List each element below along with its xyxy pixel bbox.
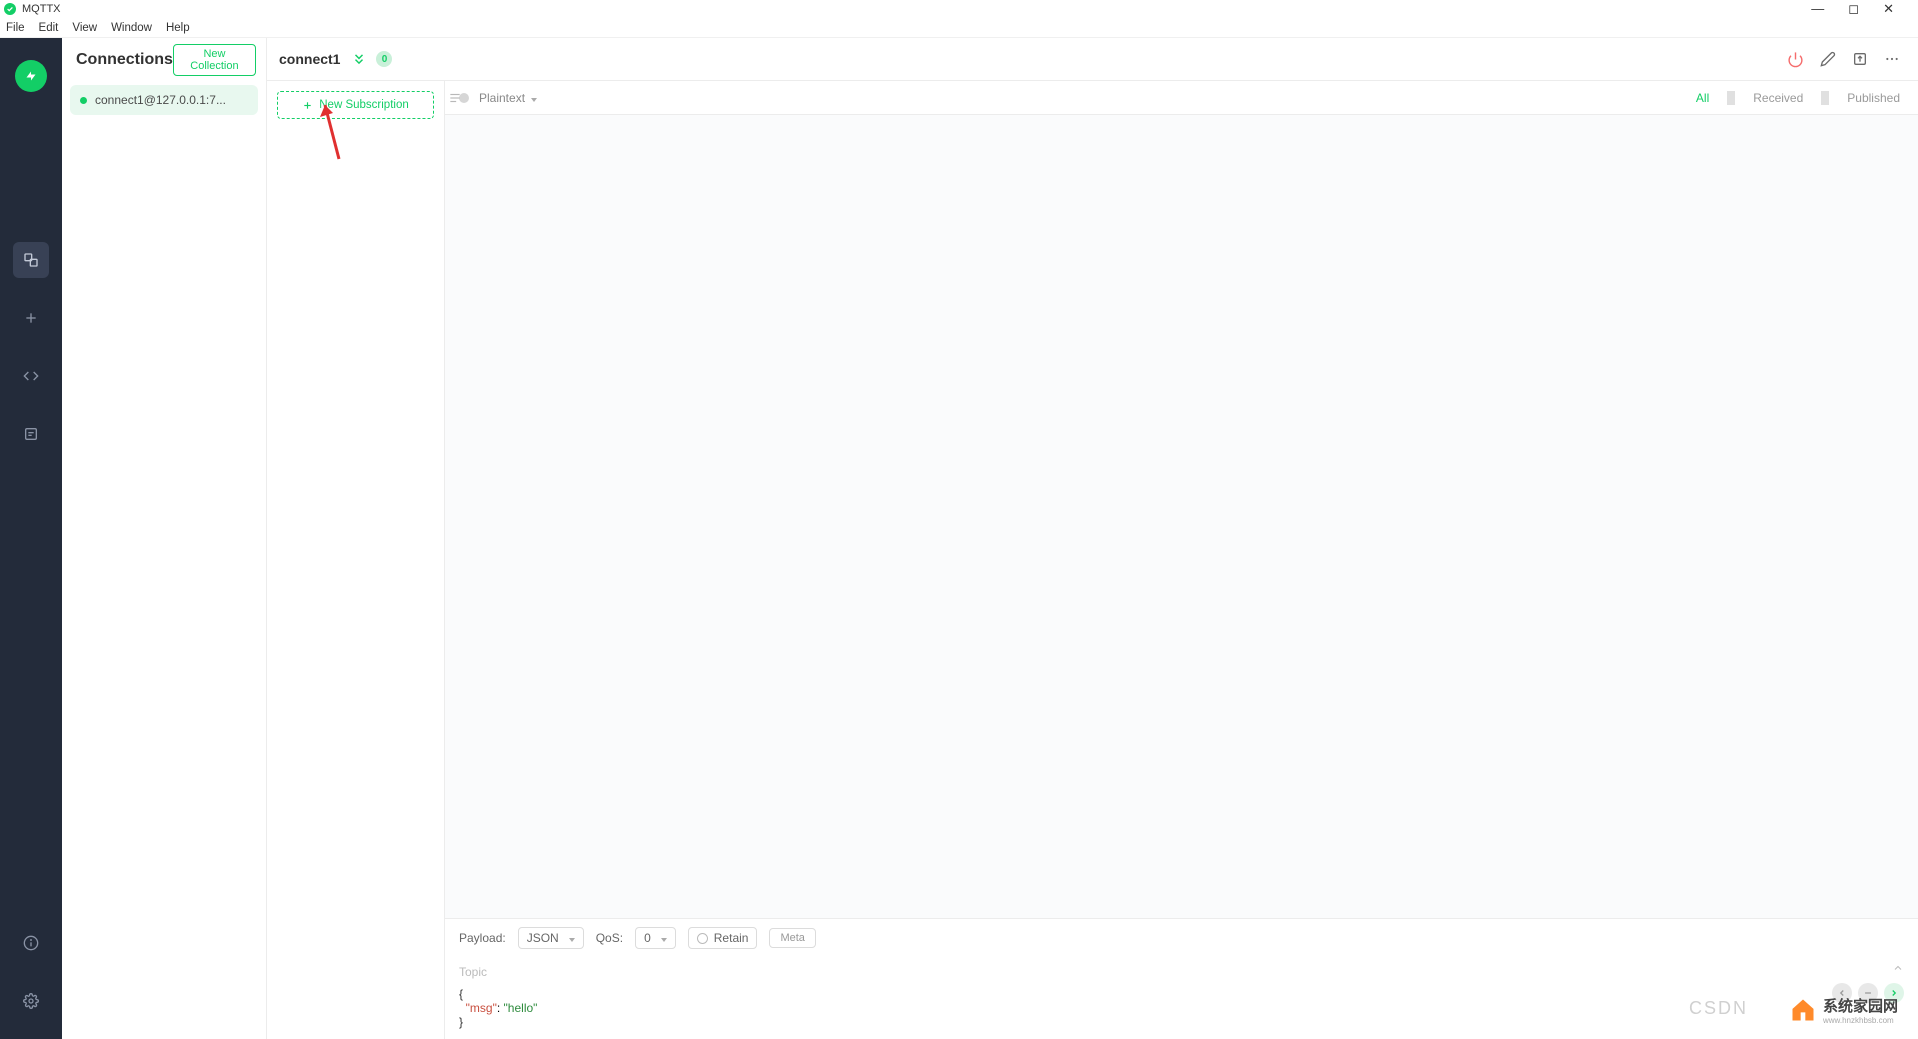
window-titlebar: MQTTX — ◻ ✕ xyxy=(0,0,1918,18)
qos-select[interactable]: 0 xyxy=(635,927,676,949)
app-icon xyxy=(4,3,16,15)
payload-display-format-dropdown[interactable]: Plaintext xyxy=(479,91,537,105)
nav-about[interactable] xyxy=(13,925,49,961)
divider xyxy=(1821,91,1829,105)
meta-button[interactable]: Meta xyxy=(769,928,815,948)
window-title: MQTTX xyxy=(22,3,61,15)
filter-tab-received[interactable]: Received xyxy=(1749,91,1807,105)
payload-display-format-label: Plaintext xyxy=(479,91,525,105)
export-button[interactable] xyxy=(1852,51,1868,67)
message-toolbar: Plaintext All Received Published xyxy=(445,81,1918,115)
edit-connection-button[interactable] xyxy=(1820,51,1836,67)
retain-label: Retain xyxy=(714,931,749,945)
nav-log[interactable] xyxy=(13,416,49,452)
qos-label: QoS: xyxy=(596,931,623,945)
code-text: "hello" xyxy=(504,1001,538,1015)
content-header: connect1 0 xyxy=(267,38,1918,81)
history-prev-button[interactable] xyxy=(1832,983,1852,1003)
send-button[interactable] xyxy=(1884,983,1904,1003)
menu-view[interactable]: View xyxy=(72,22,97,34)
history-clear-button[interactable] xyxy=(1858,983,1878,1003)
chevron-down-icon xyxy=(567,931,575,945)
menubar: File Edit View Window Help xyxy=(0,18,1918,38)
collapse-subscriptions-icon[interactable] xyxy=(448,91,462,110)
code-text: : xyxy=(497,1001,504,1015)
code-text: { xyxy=(459,987,463,1001)
message-area: Plaintext All Received Published Payload… xyxy=(445,81,1918,1039)
chevron-down-icon xyxy=(659,931,667,945)
menu-edit[interactable]: Edit xyxy=(39,22,59,34)
subscriptions-panel: New Subscription xyxy=(267,81,445,1039)
connection-item[interactable]: connect1@127.0.0.1:7... xyxy=(70,85,258,115)
plus-icon xyxy=(302,100,313,111)
payload-editor[interactable]: { "msg": "hello" } xyxy=(445,985,1918,1039)
window-maximize-button[interactable]: ◻ xyxy=(1848,1,1859,17)
status-dot-connected-icon xyxy=(80,97,87,104)
expand-payload-icon[interactable] xyxy=(1892,961,1904,979)
app-logo xyxy=(15,60,47,92)
divider xyxy=(1727,91,1735,105)
chevron-down-icon xyxy=(529,91,537,105)
panel-title: Connections xyxy=(76,51,173,69)
publish-panel: Payload: JSON QoS: 0 Retain xyxy=(445,918,1918,1039)
retain-toggle[interactable]: Retain xyxy=(688,927,758,949)
payload-format-label: Payload: xyxy=(459,931,506,945)
window-close-button[interactable]: ✕ xyxy=(1883,1,1894,17)
connections-panel: Connections New Collection connect1@127.… xyxy=(62,38,267,1039)
menu-window[interactable]: Window xyxy=(111,22,152,34)
qos-value: 0 xyxy=(644,931,651,945)
new-subscription-label: New Subscription xyxy=(319,99,408,111)
nav-new[interactable] xyxy=(13,300,49,336)
code-text: "msg" xyxy=(466,1001,497,1015)
message-list xyxy=(445,115,1918,918)
code-text: } xyxy=(459,1015,463,1029)
payload-format-value: JSON xyxy=(527,931,559,945)
collapse-all-icon[interactable] xyxy=(352,52,366,66)
radio-icon xyxy=(697,933,708,944)
nav-rail xyxy=(0,38,62,1039)
new-subscription-button[interactable]: New Subscription xyxy=(277,91,434,119)
filter-tab-all[interactable]: All xyxy=(1692,91,1713,105)
topic-input[interactable] xyxy=(459,961,1904,983)
nav-connections[interactable] xyxy=(13,242,49,278)
connection-item-label: connect1@127.0.0.1:7... xyxy=(95,93,226,107)
nav-scripts[interactable] xyxy=(13,358,49,394)
window-minimize-button[interactable]: — xyxy=(1811,1,1824,17)
payload-format-select[interactable]: JSON xyxy=(518,927,584,949)
subscription-count-badge: 0 xyxy=(376,51,392,67)
content-area: connect1 0 xyxy=(267,38,1918,1039)
menu-help[interactable]: Help xyxy=(166,22,190,34)
disconnect-button[interactable] xyxy=(1787,51,1804,68)
menu-file[interactable]: File xyxy=(6,22,25,34)
nav-settings[interactable] xyxy=(13,983,49,1019)
active-connection-name: connect1 xyxy=(279,51,340,67)
filter-tab-published[interactable]: Published xyxy=(1843,91,1904,105)
more-options-button[interactable] xyxy=(1884,51,1900,67)
new-collection-button[interactable]: New Collection xyxy=(173,44,256,76)
